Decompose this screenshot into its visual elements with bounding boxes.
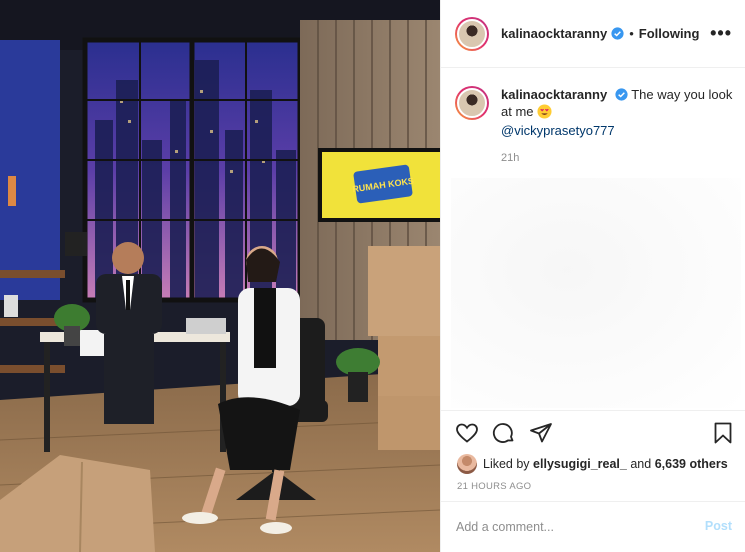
caption-username[interactable]: kalinaocktaranny xyxy=(501,87,607,102)
heart-icon[interactable] xyxy=(455,421,479,445)
post-header: kalinaocktaranny • Following ••• xyxy=(441,0,745,68)
likes-count[interactable]: 6,639 others xyxy=(655,457,728,471)
following-button[interactable]: Following xyxy=(639,26,700,41)
studio-scene-image: RUMAH KOKS xyxy=(0,0,440,552)
comments-area xyxy=(451,178,741,408)
likes-summary: Liked by ellysugigi_real_ and 6,639 othe… xyxy=(457,454,728,474)
post-comment-button[interactable]: Post xyxy=(705,519,732,533)
post-age[interactable]: 21 HOURS AGO xyxy=(457,481,531,492)
smiling-face-with-heart-eyes-emoji xyxy=(537,104,552,119)
caption-mention-link[interactable]: @vickyprasetyo777 xyxy=(501,122,735,139)
bookmark-icon[interactable] xyxy=(711,421,735,445)
liked-by-prefix: Liked by xyxy=(483,457,530,471)
add-comment-row: Post xyxy=(441,501,745,551)
caption-avatar[interactable] xyxy=(455,86,489,120)
author-avatar[interactable] xyxy=(455,16,489,51)
comment-icon[interactable] xyxy=(492,421,516,445)
comment-input[interactable] xyxy=(456,520,686,534)
actions-section: Liked by ellysugigi_real_ and 6,639 othe… xyxy=(441,410,745,550)
more-options-icon[interactable]: ••• xyxy=(710,24,732,42)
caption: kalinaocktaranny The way you look at me … xyxy=(455,86,735,139)
verified-badge-icon xyxy=(611,27,624,40)
header-separator: • xyxy=(629,26,634,41)
verified-badge-icon xyxy=(615,88,628,101)
post-sidebar: kalinaocktaranny • Following ••• kalinao… xyxy=(440,0,745,552)
caption-timestamp: 21h xyxy=(501,152,520,164)
share-icon[interactable] xyxy=(529,421,553,445)
liked-by-user[interactable]: ellysugigi_real_ xyxy=(533,457,627,471)
post-photo[interactable]: RUMAH KOKS xyxy=(0,0,440,552)
liked-by-and: and xyxy=(630,457,652,471)
author-username[interactable]: kalinaocktaranny xyxy=(501,26,607,41)
liker-avatar[interactable] xyxy=(457,454,477,474)
